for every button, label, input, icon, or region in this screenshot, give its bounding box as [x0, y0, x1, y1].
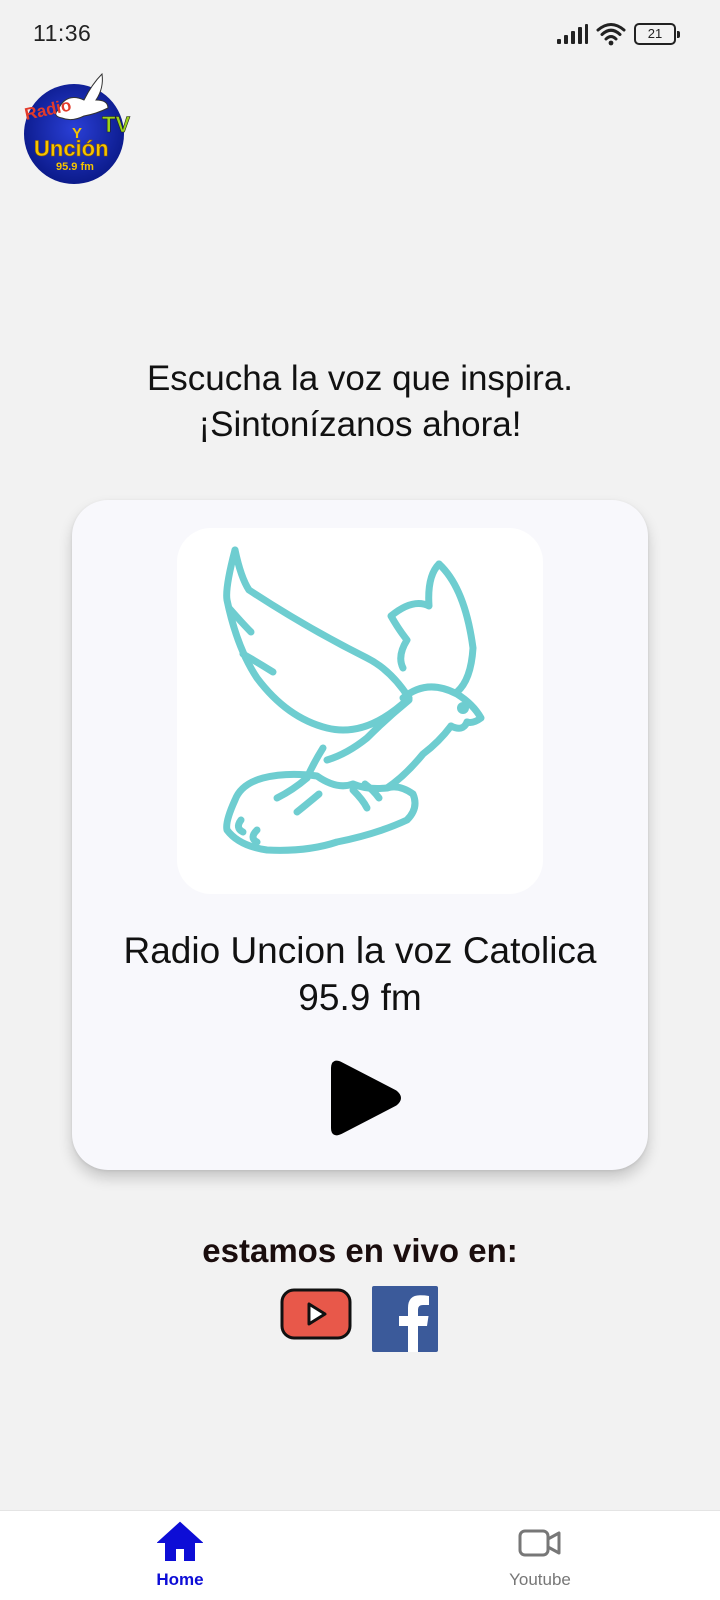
play-button[interactable] — [319, 1058, 403, 1142]
battery-level: 21 — [647, 26, 663, 41]
logo-text-tv: TV — [102, 112, 130, 137]
nav-youtube-label: Youtube — [509, 1570, 571, 1589]
home-icon — [156, 1521, 204, 1561]
station-name-line-1: Radio Uncion la voz Catolica — [123, 930, 597, 971]
youtube-button[interactable] — [280, 1286, 352, 1357]
player-card: Radio Uncion la voz Catolica 95.9 fm — [72, 500, 648, 1170]
wifi-icon — [596, 23, 626, 46]
video-camera-icon — [518, 1529, 561, 1557]
status-bar: 11:36 21 — [0, 0, 720, 70]
station-artwork — [177, 528, 543, 894]
social-links — [280, 1286, 438, 1357]
tagline-line-2: ¡Sintonízanos ahora! — [198, 405, 522, 444]
station-name-line-2: 95.9 fm — [298, 977, 422, 1018]
nav-youtube[interactable]: Youtube — [470, 1521, 610, 1590]
nav-home[interactable]: Home — [110, 1521, 250, 1590]
play-icon — [331, 1060, 401, 1136]
dove-icon — [223, 546, 485, 854]
facebook-icon — [372, 1286, 438, 1352]
signal-icon — [557, 24, 588, 44]
live-label: estamos en vivo en: — [202, 1232, 518, 1269]
tagline-line-1: Escucha la voz que inspira. — [146, 359, 574, 398]
battery-icon: 21 — [634, 23, 680, 45]
nav-home-label: Home — [156, 1570, 204, 1589]
station-name: Radio Uncion la voz Catolica 95.9 fm — [72, 927, 648, 1021]
facebook-button[interactable] — [372, 1286, 438, 1357]
status-icons: 21 — [556, 22, 680, 46]
tagline: Escucha la voz que inspira. ¡Sintonízano… — [0, 356, 720, 448]
status-time: 11:36 — [33, 20, 92, 46]
youtube-icon — [280, 1288, 352, 1340]
logo-text-uncion: Unción — [34, 136, 109, 161]
logo-text-freq: 95.9 fm — [56, 161, 94, 173]
app-logo: Radio Y TV Unción 95.9 fm — [22, 70, 134, 188]
bottom-navigation: Home Youtube — [0, 1510, 720, 1600]
